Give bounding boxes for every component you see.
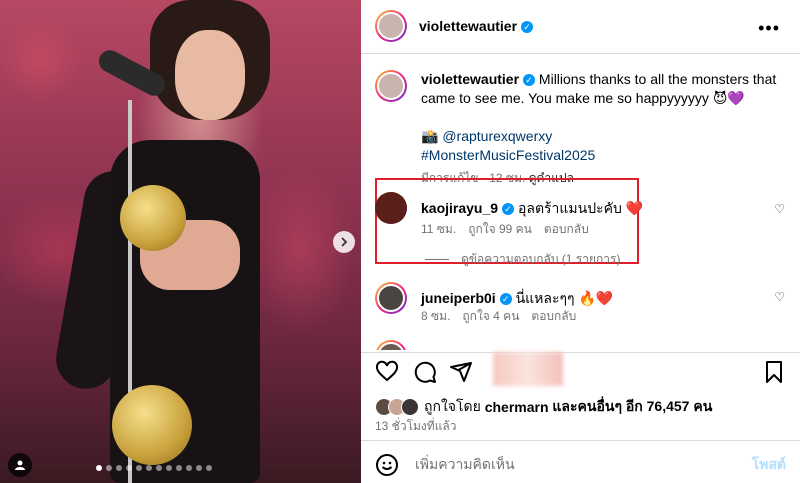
carousel-dot xyxy=(96,465,102,471)
avatar[interactable] xyxy=(375,70,407,102)
verified-icon: ✓ xyxy=(523,74,536,86)
likes-suffix[interactable]: และคนอื่นๆ อีก 76,457 คน xyxy=(552,396,712,418)
post-photo[interactable] xyxy=(0,0,361,483)
comment-username[interactable]: kaojirayu_9 xyxy=(421,200,498,216)
camera-emoji: 📸 xyxy=(421,128,439,144)
comment-item: kaojirayu_9 ✓ อุลตร้าแมนปะคับ ❤️ 11 ซม. ถู… xyxy=(375,192,785,252)
comment-text: อุลตร้าแมนปะคับ xyxy=(517,200,622,216)
comment-likes[interactable]: ถูกใจ 4 คน xyxy=(462,309,519,323)
post-header: violettewautier ✓ ••• xyxy=(375,8,786,44)
comment-item: juneiperb0i ✓ นี่แหละๆๆ 🔥❤️ 8 ซม. ถูกใจ 4 … xyxy=(375,282,785,326)
add-comment-bar: เพิ่มความคิดเห็น โพสต์ xyxy=(375,453,786,477)
gold-medal xyxy=(120,185,186,251)
comment-input[interactable]: เพิ่มความคิดเห็น xyxy=(415,454,515,476)
reply-button[interactable]: ตอบกลับ xyxy=(544,222,589,236)
heart-emoji: ❤️ xyxy=(625,200,644,216)
carousel-dot xyxy=(206,465,212,471)
carousel-dot xyxy=(116,465,122,471)
avatar[interactable] xyxy=(375,10,407,42)
post-comment-button[interactable]: โพสต์ xyxy=(752,454,786,476)
carousel-dot xyxy=(156,465,162,471)
avatar xyxy=(401,398,419,416)
liker-avatars xyxy=(375,398,419,416)
reply-button[interactable]: ตอบกลับ xyxy=(531,309,576,323)
share-icon[interactable] xyxy=(449,360,473,384)
avatar[interactable] xyxy=(375,340,407,350)
carousel-dot xyxy=(106,465,112,471)
carousel-dot xyxy=(176,465,182,471)
verified-icon: ✓ xyxy=(521,21,534,33)
view-replies-button[interactable]: ดูข้อความตอบกลับ (1 รายการ) xyxy=(425,250,620,269)
carousel-dot xyxy=(146,465,152,471)
likes-user[interactable]: chermarn xyxy=(485,399,549,415)
post-actions xyxy=(375,352,786,386)
bookmark-icon[interactable] xyxy=(762,360,786,384)
post-details-panel: violettewautier ✓ ••• violettewautier ✓ Mi… xyxy=(361,0,800,483)
comment-icon[interactable] xyxy=(413,360,437,384)
likes-summary[interactable]: ถูกใจโดย chermarn และคนอื่นๆ อีก 76,457 … xyxy=(375,396,712,418)
post-username[interactable]: violettewautier ✓ xyxy=(419,18,534,34)
comment-text: นี่แหละๆๆ xyxy=(515,290,575,306)
like-comment-heart-icon[interactable]: ♡ xyxy=(774,290,785,304)
carousel-next-button[interactable] xyxy=(333,231,355,253)
comment-likes[interactable]: ถูกใจ 99 คน xyxy=(468,222,532,236)
carousel-dot xyxy=(166,465,172,471)
comment-time: 11 ซม. xyxy=(421,222,457,236)
emoji-icon[interactable] xyxy=(375,453,399,477)
fire-heart-emoji: 🔥❤️ xyxy=(578,290,614,306)
divider xyxy=(361,440,800,441)
likes-prefix: ถูกใจโดย xyxy=(424,398,481,414)
gold-medal xyxy=(112,385,192,465)
heart-icon[interactable] xyxy=(375,360,399,384)
post-time: 13 ชั่วโมงที่แล้ว xyxy=(375,419,457,433)
like-comment-heart-icon[interactable]: ♡ xyxy=(774,202,785,216)
divider xyxy=(361,352,800,353)
divider xyxy=(361,53,800,54)
user-icon xyxy=(15,460,25,470)
chevron-right-icon xyxy=(341,237,348,247)
photo-figure-face xyxy=(175,30,245,120)
carousel-dot xyxy=(196,465,202,471)
mention-link[interactable]: @rapturexqwerxy xyxy=(442,128,552,144)
user-tags-button[interactable] xyxy=(8,453,32,477)
carousel-dot xyxy=(186,465,192,471)
blurred-overlay xyxy=(493,352,563,386)
comment-item-partial xyxy=(375,340,785,350)
verified-icon: ✓ xyxy=(499,293,512,305)
verified-icon: ✓ xyxy=(502,203,515,215)
carousel-dot xyxy=(136,465,142,471)
avatar[interactable] xyxy=(375,192,407,224)
carousel-dots xyxy=(96,465,212,471)
caption-username[interactable]: violettewautier xyxy=(421,71,519,87)
avatar[interactable] xyxy=(375,282,407,314)
comment-username[interactable]: juneiperb0i xyxy=(421,290,496,306)
more-horizontal-icon[interactable]: ••• xyxy=(758,18,780,39)
carousel-dot xyxy=(126,465,132,471)
comment-time: 8 ซม. xyxy=(421,309,451,323)
hashtag-link[interactable]: #MonsterMusicFestival2025 xyxy=(421,147,595,163)
